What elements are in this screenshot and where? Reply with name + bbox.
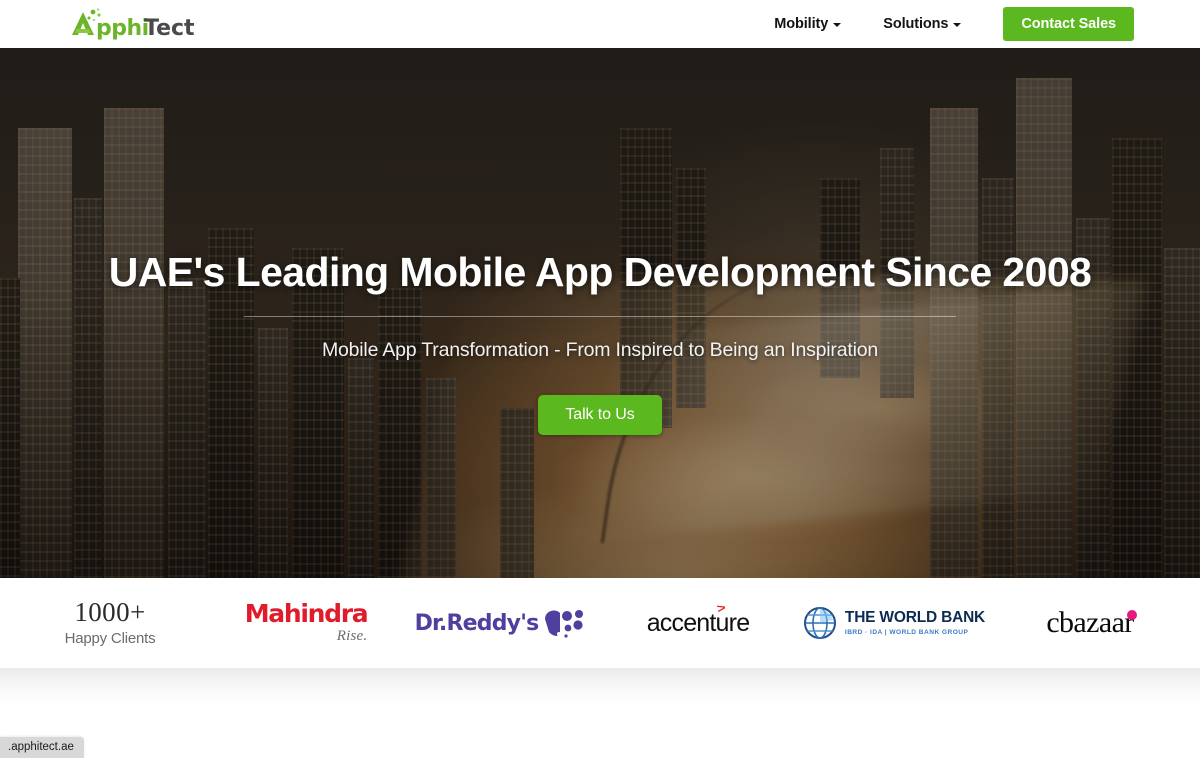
cbazaar-dot-icon: [1126, 610, 1137, 620]
browser-status-bar-link-preview: .apphitect.ae: [0, 737, 84, 758]
section-separator: [0, 668, 1200, 704]
svg-text:Tect: Tect: [144, 16, 195, 40]
client-logo-accenture: accenture >: [600, 600, 796, 638]
hero-headline: UAE's Leading Mobile App Development Sin…: [108, 249, 1092, 295]
main-navigation: Mobility Solutions Contact Sales: [774, 7, 1134, 41]
dr-reddys-dots-icon: [545, 610, 584, 638]
contact-sales-button[interactable]: Contact Sales: [1003, 7, 1134, 41]
hero-content: UAE's Leading Mobile App Development Sin…: [0, 48, 1200, 578]
hero-subheadline: Mobile App Transformation - From Inspire…: [321, 339, 879, 362]
accenture-wordmark: accenture: [646, 608, 750, 637]
world-bank-wordmark: THE WORLD BANK: [844, 608, 986, 626]
apphitect-logo-icon: pphi Tect: [72, 8, 195, 40]
nav-item-solutions-label: Solutions: [883, 16, 949, 32]
page-root: pphi Tect Mobility Solutions Contact Sal…: [0, 0, 1200, 758]
happy-clients-label: Happy Clients: [64, 630, 156, 647]
hero-banner: UAE's Leading Mobile App Development Sin…: [0, 48, 1200, 578]
hero-divider: [244, 316, 956, 318]
cbazaar-wordmark: cbazaar: [1046, 606, 1134, 639]
site-logo[interactable]: pphi Tect: [66, 7, 198, 41]
world-bank-subtitle: IBRD · IDA | WORLD BANK GROUP: [844, 629, 969, 637]
chevron-down-icon: [833, 23, 842, 27]
svg-text:pphi: pphi: [96, 16, 149, 40]
client-logos-strip: 1000+ Happy Clients Mahindra Rise. Dr.Re…: [0, 578, 1200, 668]
client-logo-cbazaar: cbazaar: [992, 608, 1188, 638]
nav-item-mobility-label: Mobility: [774, 16, 829, 32]
client-logo-mahindra: Mahindra Rise.: [208, 601, 404, 645]
nav-item-mobility[interactable]: Mobility: [774, 10, 842, 38]
happy-clients-count: 1000+: [74, 597, 146, 627]
talk-to-us-button[interactable]: Talk to Us: [538, 395, 662, 436]
chevron-down-icon: [953, 23, 962, 27]
client-logo-world-bank: THE WORLD BANK IBRD · IDA | WORLD BANK G…: [796, 606, 992, 640]
mahindra-tagline: Rise.: [336, 628, 368, 644]
happy-clients-stat: 1000+ Happy Clients: [12, 597, 208, 648]
world-bank-globe-icon: [803, 607, 836, 639]
dr-reddys-wordmark: Dr.Reddy's: [414, 610, 540, 636]
site-header: pphi Tect Mobility Solutions Contact Sal…: [0, 0, 1200, 48]
app-challenges-section: APP CHALLENGES THAT PLACED US IN THE BIG…: [0, 704, 1200, 758]
mahindra-wordmark: Mahindra: [244, 599, 369, 628]
client-logo-dr-reddys: Dr.Reddy's: [404, 607, 600, 639]
nav-item-solutions[interactable]: Solutions: [883, 10, 962, 38]
